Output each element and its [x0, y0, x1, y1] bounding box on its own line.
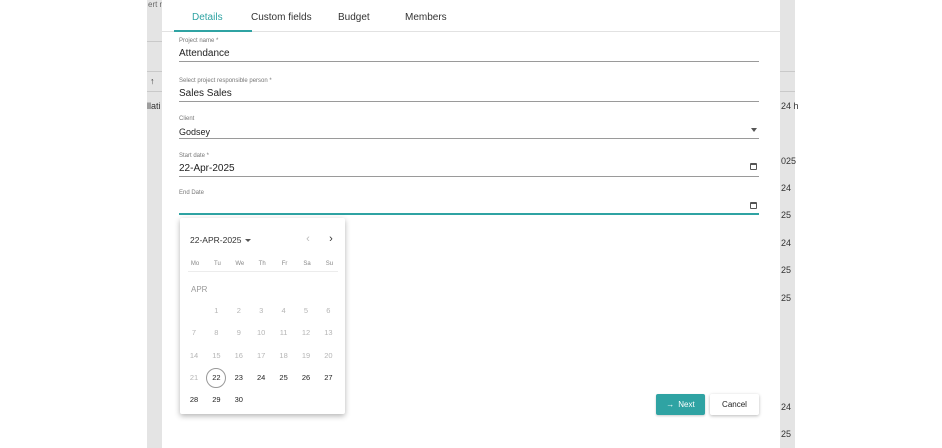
bg-right-fragment: 24 [781, 183, 792, 193]
next-button-label: Next [678, 400, 695, 409]
field-underline [179, 61, 759, 62]
end-date-field[interactable]: End Date [179, 190, 759, 215]
calendar-day: 15 [212, 351, 221, 360]
bg-right-fragment: 25 [781, 265, 792, 275]
calendar-day: 2 [236, 306, 241, 315]
calendar-day: 9 [236, 328, 241, 337]
datepicker-popup: 22-APR-2025 ‹ › Mo Tu We Th Fr Sa Su APR 12345… [180, 218, 345, 414]
calendar-day: 20 [324, 351, 333, 360]
calendar-day[interactable]: 30 [229, 390, 249, 410]
cancel-button-label: Cancel [722, 400, 747, 409]
chevron-left-icon[interactable]: ‹ [302, 234, 314, 246]
calendar-day: 11 [279, 328, 288, 337]
calendar-icon[interactable] [750, 202, 757, 209]
calendar-day[interactable]: 25 [274, 368, 294, 388]
responsible-person-value: Sales Sales [179, 88, 232, 99]
bg-right-fragment: 25 [781, 293, 792, 303]
client-value: Godsey [179, 127, 211, 137]
bg-right-fragment: 24 h [781, 101, 799, 111]
bg-right-fragment: 025 [781, 156, 797, 166]
calendar-day: 21 [189, 373, 199, 382]
chevron-right-icon[interactable]: › [325, 234, 337, 246]
bg-right-fragment: 24 [781, 402, 792, 412]
weekday-label: Tu [214, 261, 221, 267]
calendar-day[interactable]: 22 [206, 368, 227, 388]
calendar-day[interactable]: 28 [184, 390, 204, 410]
weekday-label: Su [325, 261, 334, 267]
weekday-label: Mo [190, 261, 200, 267]
calendar-day: 5 [303, 306, 309, 315]
calendar-day: 8 [214, 328, 219, 337]
calendar-day: 10 [257, 328, 266, 337]
weekday-label: Th [258, 261, 266, 267]
month-label: APR [191, 285, 208, 294]
calendar-day: 14 [189, 351, 199, 360]
calendar-day: 16 [234, 351, 243, 360]
calendar-day: 3 [259, 306, 264, 315]
weekday-label: Fr [281, 261, 288, 267]
field-underline-focused [179, 213, 759, 215]
field-underline [179, 176, 759, 177]
field-underline [179, 138, 759, 139]
bg-arrow: ↑ [150, 76, 155, 86]
start-date-value: 22-Apr-2025 [179, 163, 235, 174]
bg-divider [780, 71, 795, 72]
active-tab-indicator [174, 30, 252, 32]
period-selector[interactable]: 22-APR-2025 [190, 235, 251, 245]
calendar-day[interactable]: 24 [251, 368, 271, 388]
weekday-label: Sa [303, 261, 311, 267]
tab-bar: Details Custom fields Budget Members [162, 0, 780, 32]
calendar-day: 17 [257, 351, 266, 360]
calendar-day: 4 [281, 306, 286, 315]
calendar-day: 7 [191, 328, 197, 337]
calendar-day[interactable]: 26 [296, 368, 316, 388]
tab-custom-fields[interactable]: Custom fields [251, 12, 312, 23]
start-date-label: Start date * [179, 153, 210, 159]
calendar-day: 18 [279, 351, 288, 360]
tab-details[interactable]: Details [192, 12, 223, 23]
calendar-day: 6 [326, 306, 331, 315]
screen: ert n ↑ llati 24 h 025 24 25 24 25 25 24… [0, 0, 942, 448]
period-label: 22-APR-2025 [190, 235, 242, 245]
end-date-value[interactable] [179, 200, 759, 212]
responsible-person-label: Select project responsible person * [179, 78, 272, 84]
project-name-field[interactable]: Project name * Attendance [179, 38, 759, 62]
calendar-day[interactable]: 27 [318, 368, 338, 388]
bg-divider [147, 91, 162, 92]
calendar-day[interactable]: 29 [206, 390, 226, 410]
bg-left-fragment: llati [147, 101, 161, 111]
weekday-label: We [235, 261, 245, 267]
tab-budget[interactable]: Budget [338, 12, 370, 23]
calendar-day: 12 [301, 328, 311, 337]
arrow-right-icon: → [666, 400, 675, 409]
bg-right-fragment: 25 [781, 429, 792, 439]
start-date-field[interactable]: Start date * 22-Apr-2025 [179, 153, 759, 177]
caret-down-icon [244, 238, 251, 242]
client-select[interactable]: Client Godsey [179, 116, 759, 139]
bg-divider [147, 71, 162, 72]
cancel-button[interactable]: Cancel [710, 394, 759, 415]
calendar-day: 19 [301, 351, 311, 360]
field-underline [179, 101, 759, 102]
calendar-day: 13 [324, 328, 333, 337]
project-name-label: Project name * [179, 38, 219, 44]
weekday-divider [188, 271, 338, 272]
bg-divider [147, 41, 162, 42]
caret-down-icon[interactable] [751, 128, 757, 132]
calendar-icon[interactable] [750, 163, 757, 170]
bg-right-fragment: 24 [781, 238, 792, 248]
bg-right-fragment: 25 [781, 210, 792, 220]
next-button[interactable]: → Next [656, 394, 705, 415]
end-date-label: End Date [179, 190, 205, 196]
calendar-day[interactable]: 23 [229, 368, 249, 388]
calendar-day: 1 [214, 306, 219, 315]
project-name-value: Attendance [179, 48, 230, 59]
tab-members[interactable]: Members [405, 12, 447, 23]
bg-divider [780, 91, 795, 92]
responsible-person-field[interactable]: Select project responsible person * Sale… [179, 78, 759, 102]
client-label: Client [179, 116, 195, 122]
